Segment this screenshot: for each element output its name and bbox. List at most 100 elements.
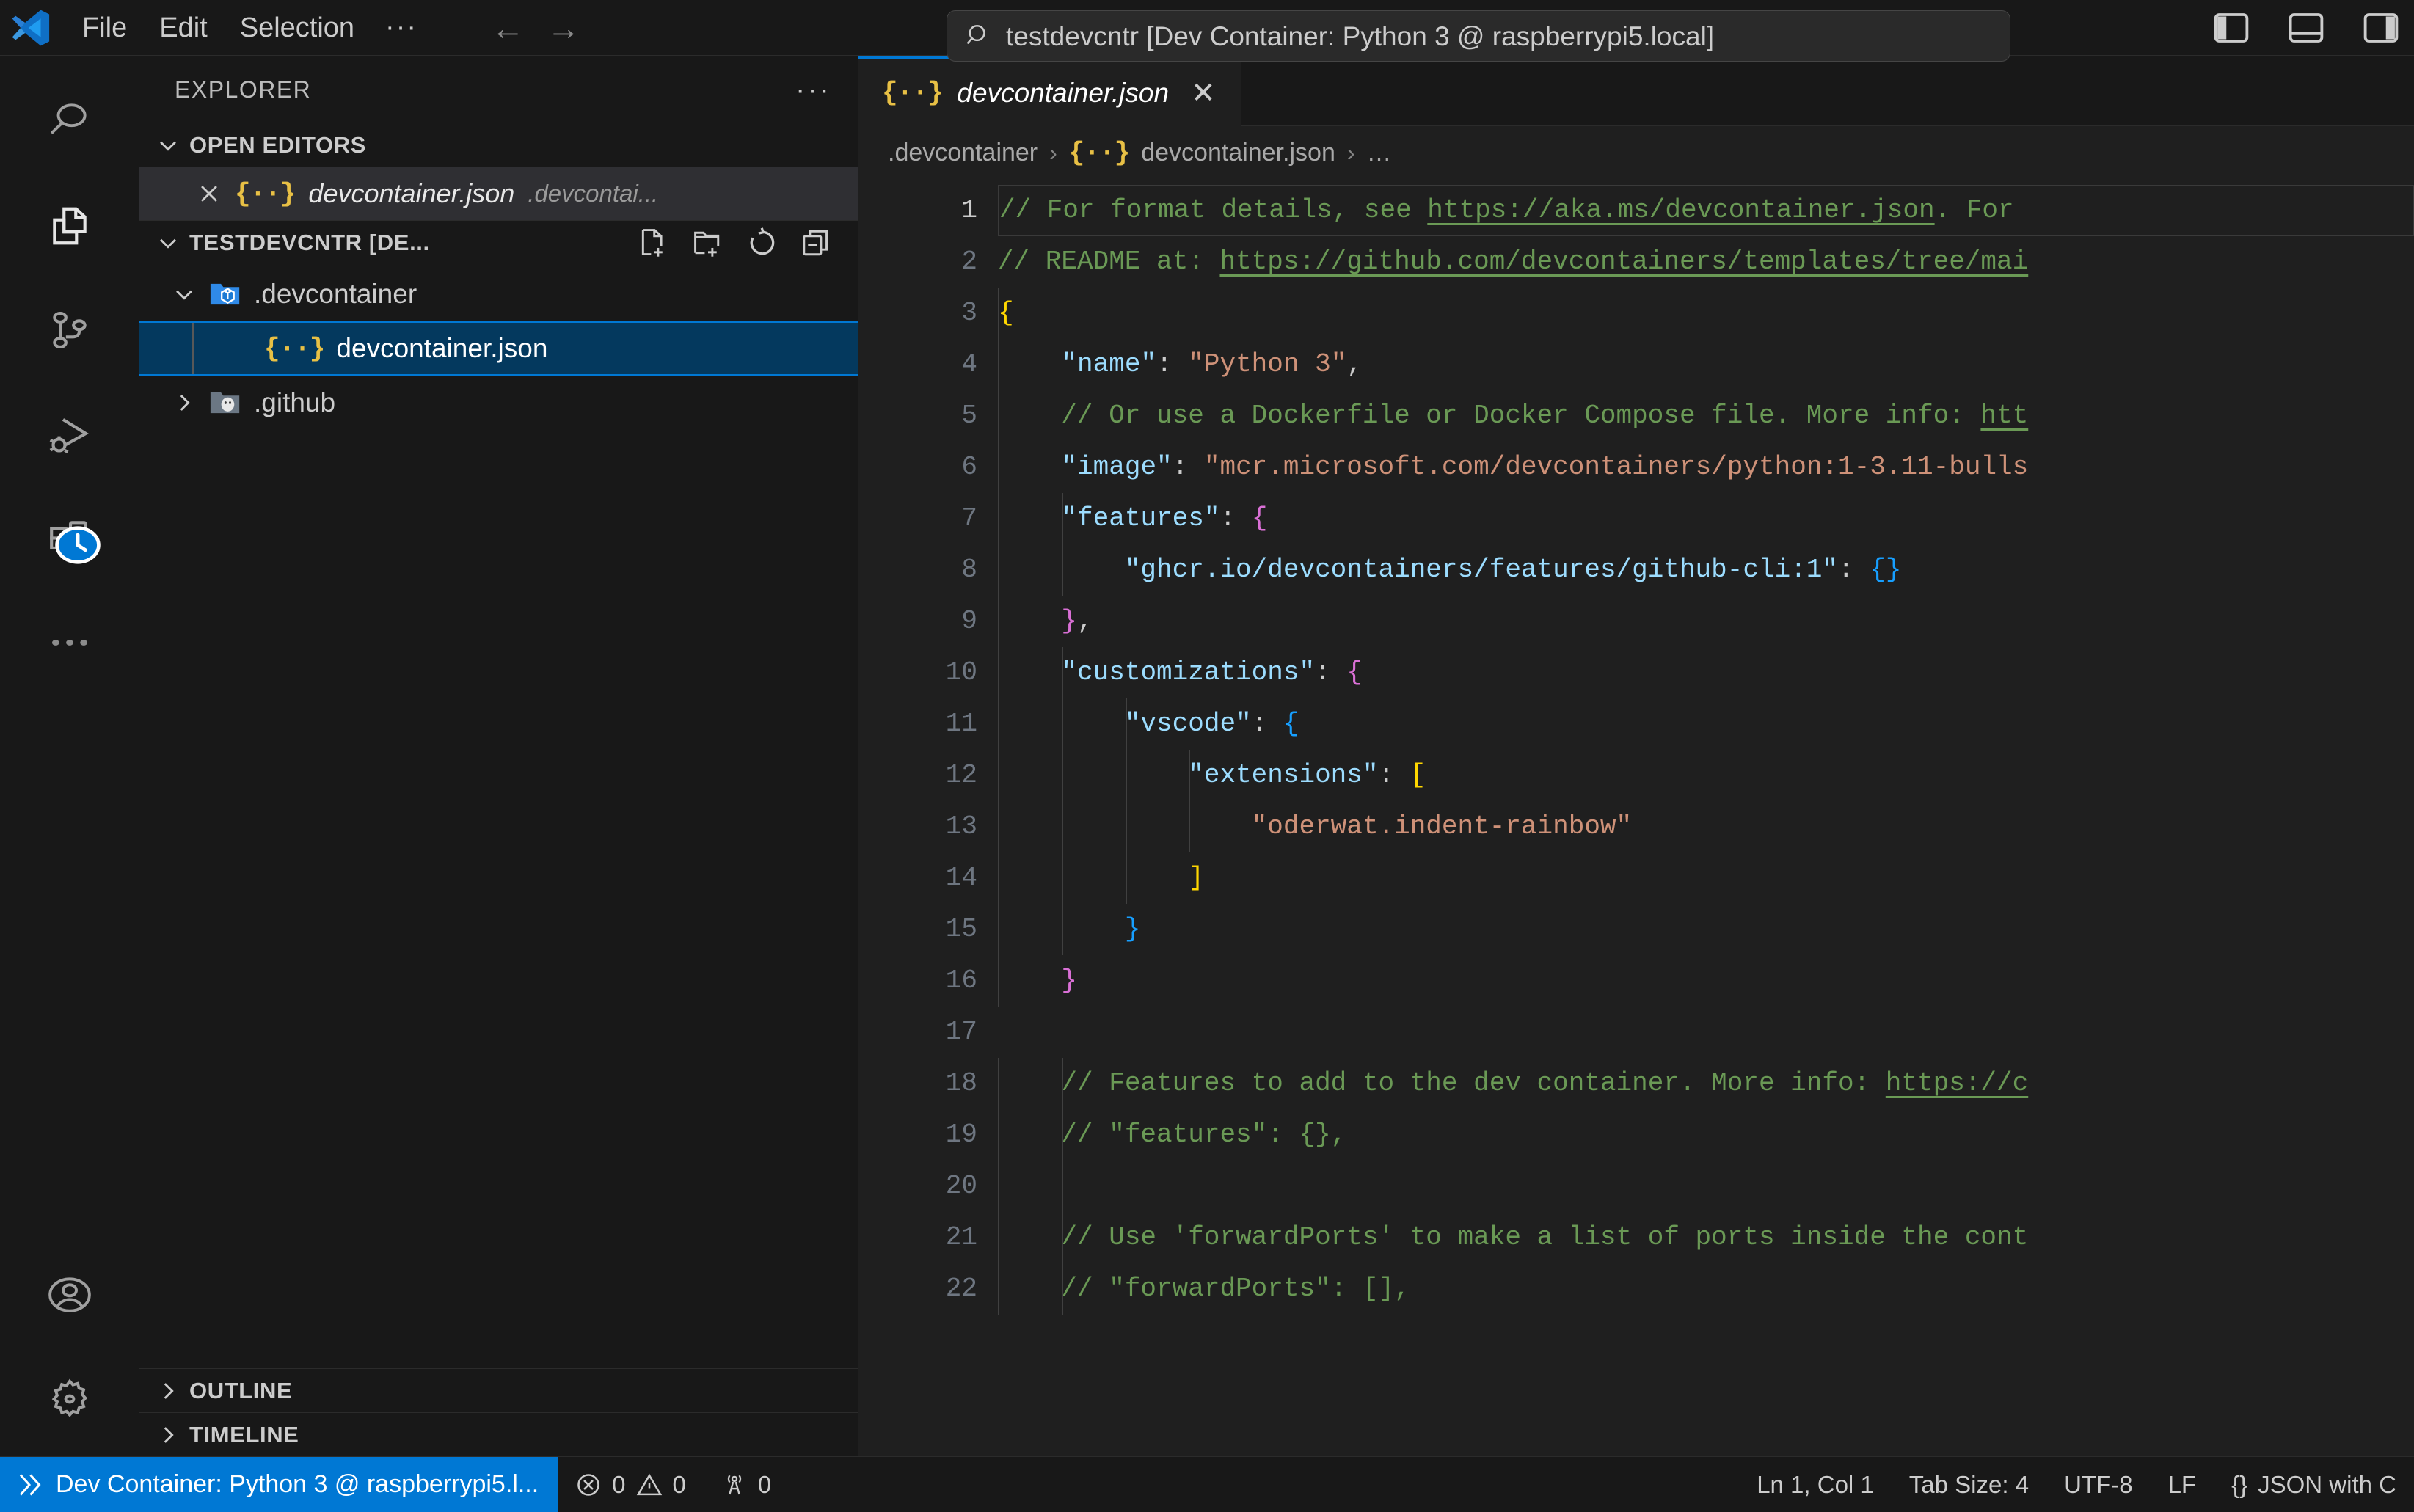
activity-bar-item-run-and-debug[interactable]	[34, 399, 105, 470]
status-problems[interactable]: 0 0	[558, 1457, 704, 1512]
workspace-actions	[638, 227, 858, 259]
refresh-explorer-icon[interactable]	[746, 227, 778, 259]
section-header-open-editors[interactable]: OPEN EDITORS	[139, 123, 858, 167]
activity-bar	[0, 56, 139, 1456]
breadcrumb-item-symbol[interactable]: …	[1367, 139, 1392, 167]
code-line[interactable]: "extensions": [	[998, 750, 2414, 801]
status-ports[interactable]: 0	[704, 1457, 789, 1512]
code-token: // "features": {},	[998, 1120, 1347, 1150]
code-line[interactable]: }	[998, 955, 2414, 1007]
breadcrumb-separator-icon: ›	[1049, 139, 1057, 166]
section-header-timeline[interactable]: TIMELINE	[139, 1412, 858, 1456]
line-number: 5	[961, 401, 977, 431]
code-line[interactable]: "features": {	[998, 493, 2414, 544]
status-language-mode[interactable]: {} JSON with C	[2214, 1457, 2414, 1512]
menu-item-file[interactable]: File	[66, 10, 143, 46]
code-line[interactable]: // Features to add to the dev container.…	[998, 1058, 2414, 1109]
open-editor-filename: devcontainer.json	[308, 178, 515, 208]
sidebar-more-actions-button[interactable]: ···	[795, 75, 831, 104]
go-forward-icon[interactable]: →	[547, 11, 580, 45]
line-numbers-gutter: 1 2 3 4 5 6 7 8 9 10 11 12 13 14 15 16 17 18 19 20 21 22	[858, 179, 998, 1456]
line-number: 3	[961, 298, 977, 328]
breadcrumb-item-file[interactable]: devcontainer.json	[1141, 139, 1335, 167]
open-editor-row[interactable]: {··} devcontainer.json .devcontai...	[139, 167, 858, 220]
status-remote-indicator[interactable]: Dev Container: Python 3 @ raspberrypi5.l…	[0, 1457, 558, 1512]
code-line[interactable]: "ghcr.io/devcontainers/features/github-c…	[998, 544, 2414, 596]
code-line[interactable]: // For format details, see https://aka.m…	[998, 185, 2414, 236]
code-line[interactable]: },	[998, 596, 2414, 647]
code-editor[interactable]: 1 2 3 4 5 6 7 8 9 10 11 12 13 14 15 16 17 18 19 20 21 22 // F…	[858, 179, 2414, 1456]
status-bar: Dev Container: Python 3 @ raspberrypi5.l…	[0, 1456, 2414, 1512]
line-number: 20	[945, 1171, 977, 1201]
tree-row-devcontainer-folder[interactable]: .devcontainer	[139, 267, 858, 321]
tabs-empty-space	[1241, 56, 2414, 126]
code-line[interactable]: "name": "Python 3",	[998, 339, 2414, 390]
collapse-folders-icon[interactable]	[801, 227, 833, 259]
line-number: 7	[961, 503, 977, 533]
settings-gear-icon	[51, 1378, 87, 1417]
navigation-arrows: ← →	[491, 11, 580, 45]
editor-tabs: {··} devcontainer.json ✕	[858, 56, 2414, 126]
go-back-icon[interactable]: ←	[491, 11, 525, 45]
code-token: :	[1251, 709, 1283, 739]
status-error-count: 0	[612, 1470, 626, 1498]
code-token: // Features to add to the dev container.…	[998, 1068, 1886, 1098]
menu-item-edit[interactable]: Edit	[143, 10, 223, 46]
tree-row-github-folder[interactable]: .github	[139, 376, 858, 430]
activity-bar-item-explorer[interactable]	[34, 191, 105, 261]
code-token: "extensions"	[1188, 760, 1379, 790]
status-cursor-position[interactable]: Ln 1, Col 1	[1739, 1457, 1892, 1512]
code-line[interactable]: ]	[998, 852, 2414, 904]
code-line[interactable]: // Use 'forwardPorts' to make a list of …	[998, 1212, 2414, 1263]
menu-overflow-button[interactable]: ···	[371, 7, 432, 48]
code-line[interactable]: "vscode": {	[998, 698, 2414, 750]
code-line[interactable]: "oderwat.indent-rainbow"	[998, 801, 2414, 852]
line-number: 9	[961, 606, 977, 636]
workbench-body: EXPLORER ··· OPEN EDITORS {··} devcontai…	[0, 56, 2414, 1456]
code-line[interactable]: // "forwardPorts": [],	[998, 1263, 2414, 1315]
activity-bar-item-more-actions[interactable]	[34, 607, 105, 678]
close-icon[interactable]	[197, 181, 222, 206]
section-header-workspace[interactable]: TESTDEVCNTR [DE...	[139, 220, 858, 264]
new-file-icon[interactable]	[638, 227, 670, 259]
menu-item-selection[interactable]: Selection	[224, 10, 371, 46]
activity-bar-item-extensions[interactable]	[34, 503, 105, 574]
code-token: {	[1251, 503, 1268, 533]
code-line[interactable]: // README at: https://github.com/devcont…	[998, 236, 2414, 288]
tab-devcontainer-json[interactable]: {··} devcontainer.json ✕	[858, 56, 1241, 126]
toggle-secondary-sidebar-icon[interactable]	[2361, 8, 2401, 48]
code-line[interactable]: {	[998, 288, 2414, 339]
code-token: }	[1061, 606, 1078, 636]
error-icon	[577, 1473, 599, 1496]
code-line[interactable]: // Or use a Dockerfile or Docker Compose…	[998, 390, 2414, 442]
status-encoding[interactable]: UTF-8	[2046, 1457, 2151, 1512]
activity-bar-item-accounts[interactable]	[34, 1260, 105, 1330]
toggle-panel-icon[interactable]	[2286, 8, 2326, 48]
activity-bar-item-search[interactable]	[34, 87, 105, 157]
vscode-logo-icon	[12, 10, 50, 45]
activity-bar-item-source-control[interactable]	[34, 295, 105, 365]
code-line[interactable]: }	[998, 904, 2414, 955]
code-content[interactable]: // For format details, see https://aka.m…	[998, 179, 2414, 1456]
code-line[interactable]: // "features": {},	[998, 1109, 2414, 1161]
code-line[interactable]: "image": "mcr.microsoft.com/devcontainer…	[998, 442, 2414, 493]
close-icon[interactable]: ✕	[1191, 78, 1216, 108]
section-header-outline[interactable]: OUTLINE	[139, 1368, 858, 1412]
code-token: // Or use a Dockerfile or Docker Compose…	[998, 401, 1981, 431]
code-token: :	[1156, 349, 1189, 379]
status-language-label: JSON with C	[2258, 1470, 2396, 1498]
breadcrumb-item-folder[interactable]: .devcontainer	[888, 139, 1038, 167]
more-actions-icon	[51, 640, 87, 646]
tree-row-devcontainer-json[interactable]: {··} devcontainer.json	[139, 321, 858, 376]
line-number: 8	[961, 555, 977, 585]
status-tab-size[interactable]: Tab Size: 4	[1892, 1457, 2046, 1512]
code-line[interactable]	[998, 1161, 2414, 1212]
activity-bar-item-settings[interactable]	[34, 1364, 105, 1434]
new-folder-icon[interactable]	[692, 227, 724, 259]
code-line[interactable]: "customizations": {	[998, 647, 2414, 698]
code-line[interactable]	[998, 1007, 2414, 1058]
toggle-primary-sidebar-icon[interactable]	[2211, 8, 2251, 48]
command-center-input[interactable]: testdevcntr [Dev Container: Python 3 @ r…	[947, 10, 2010, 62]
status-eol[interactable]: LF	[2151, 1457, 2214, 1512]
